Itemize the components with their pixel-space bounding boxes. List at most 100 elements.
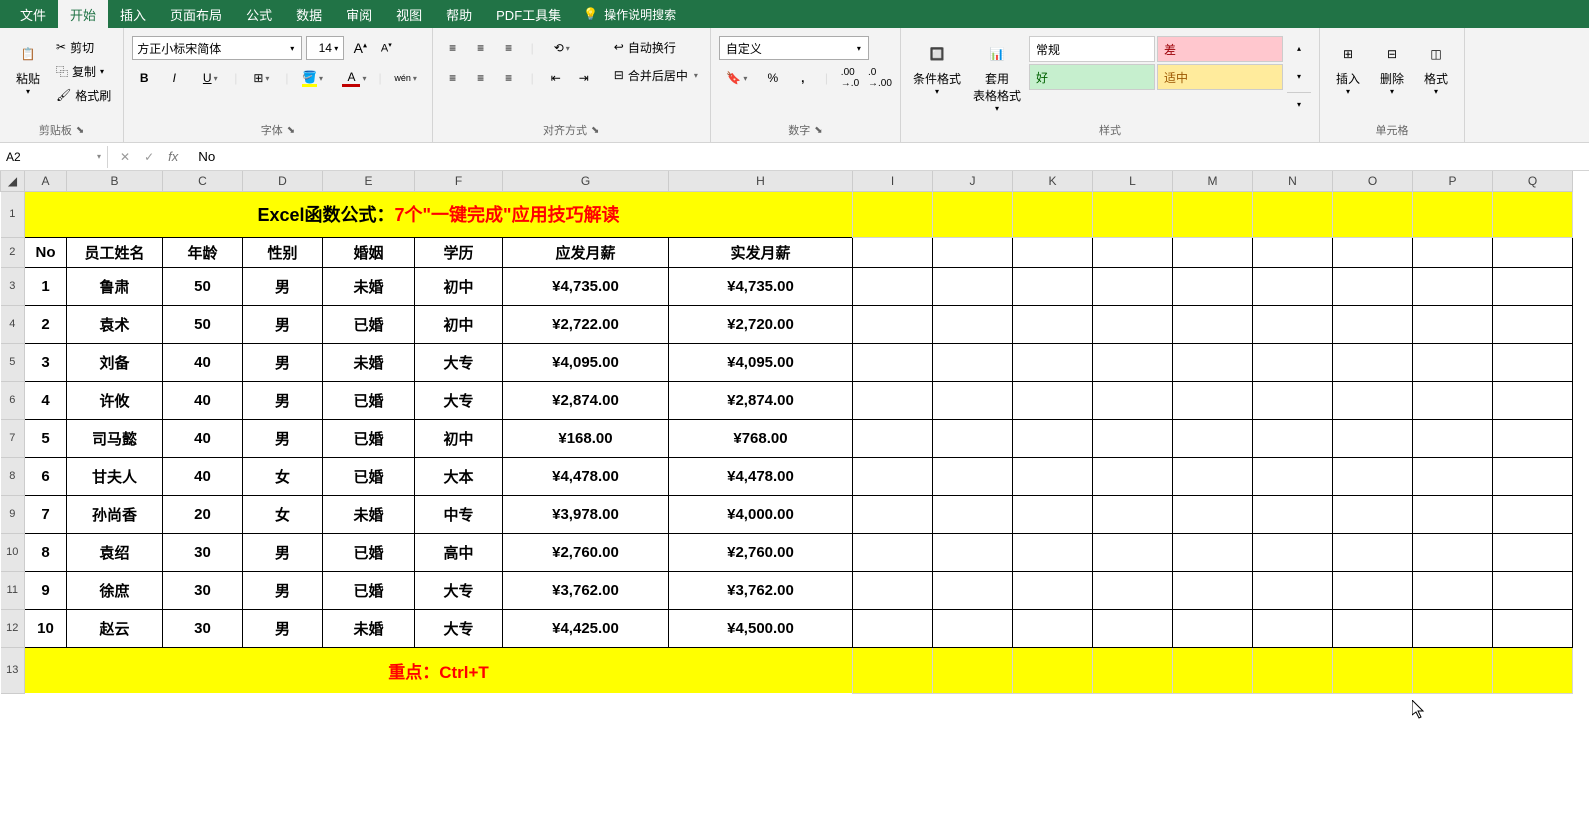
menu-pdf-tools[interactable]: PDF工具集 (484, 0, 573, 30)
cell-marriage[interactable]: 已婚 (323, 571, 415, 609)
row-header-4[interactable]: 4 (1, 305, 25, 343)
menu-page-layout[interactable]: 页面布局 (158, 0, 234, 30)
col-header-G[interactable]: G (503, 171, 669, 191)
italic-button[interactable]: I (162, 66, 186, 90)
cell-no[interactable]: 10 (25, 609, 67, 647)
cell-marriage[interactable]: 已婚 (323, 381, 415, 419)
cell-edu[interactable]: 高中 (415, 533, 503, 571)
cell-no[interactable]: 5 (25, 419, 67, 457)
row-header-3[interactable]: 3 (1, 267, 25, 305)
cell-name[interactable]: 徐庶 (67, 571, 163, 609)
table-format-button[interactable]: 📊 套用 表格格式 ▾ (969, 36, 1025, 115)
cell-net[interactable]: ¥4,000.00 (669, 495, 853, 533)
row-header-6[interactable]: 6 (1, 381, 25, 419)
cut-button[interactable]: ✂ 剪切 (52, 36, 115, 58)
row-header-9[interactable]: 9 (1, 495, 25, 533)
header-edu[interactable]: 学历 (415, 237, 503, 267)
number-launcher[interactable]: ⬊ (814, 125, 822, 136)
col-header-B[interactable]: B (67, 171, 163, 191)
format-painter-button[interactable]: 🖌 格式刷 (52, 84, 115, 106)
row-header-12[interactable]: 12 (1, 609, 25, 647)
cell-age[interactable]: 40 (163, 343, 243, 381)
cell-no[interactable]: 1 (25, 267, 67, 305)
format-cells-button[interactable]: ◫ 格式 ▾ (1416, 36, 1456, 98)
cell-age[interactable]: 50 (163, 267, 243, 305)
copy-button[interactable]: ⿻ 复制 ▾ (52, 60, 115, 82)
col-header-C[interactable]: C (163, 171, 243, 191)
font-name-select[interactable] (132, 36, 302, 60)
menu-insert[interactable]: 插入 (108, 0, 158, 30)
cell-edu[interactable]: 大专 (415, 609, 503, 647)
cell-edu[interactable]: 初中 (415, 305, 503, 343)
footer-cell[interactable]: 重点：Ctrl+T (25, 647, 853, 693)
merge-cells-button[interactable]: ⊟ 合并后居中 (610, 64, 702, 86)
cell-gross[interactable]: ¥2,760.00 (503, 533, 669, 571)
cell-gross[interactable]: ¥3,978.00 (503, 495, 669, 533)
decrease-font-button[interactable]: A▾ (374, 36, 398, 60)
cell-no[interactable]: 8 (25, 533, 67, 571)
cell-gross[interactable]: ¥2,722.00 (503, 305, 669, 343)
cell-name[interactable]: 孙尚香 (67, 495, 163, 533)
row-header-2[interactable]: 2 (1, 237, 25, 267)
cell-edu[interactable]: 大专 (415, 571, 503, 609)
col-header-P[interactable]: P (1413, 171, 1493, 191)
cell-gross[interactable]: ¥2,874.00 (503, 381, 669, 419)
increase-font-button[interactable]: A▴ (348, 36, 372, 60)
orientation-button[interactable]: ⟲ (544, 36, 580, 60)
cell-style-bad[interactable]: 差 (1157, 36, 1283, 62)
menu-view[interactable]: 视图 (384, 0, 434, 30)
row-header-1[interactable]: 1 (1, 191, 25, 237)
decrease-decimal-button[interactable]: .0→.00 (868, 66, 892, 90)
cell-net[interactable]: ¥2,720.00 (669, 305, 853, 343)
cell-net[interactable]: ¥4,735.00 (669, 267, 853, 305)
cell-gender[interactable]: 男 (243, 419, 323, 457)
font-color-button[interactable]: A (337, 66, 373, 90)
cell-no[interactable]: 2 (25, 305, 67, 343)
styles-scroll-up[interactable]: ▴ (1287, 36, 1311, 60)
cell-edu[interactable]: 初中 (415, 267, 503, 305)
align-center-button[interactable]: ≡ (469, 66, 493, 90)
col-header-L[interactable]: L (1093, 171, 1173, 191)
font-launcher[interactable]: ⬊ (287, 125, 295, 136)
borders-button[interactable]: ⊞ (243, 66, 279, 90)
cell-age[interactable]: 40 (163, 419, 243, 457)
cell-style-normal[interactable]: 常规 (1029, 36, 1155, 62)
bold-button[interactable]: B (132, 66, 156, 90)
font-size-select[interactable] (306, 36, 344, 60)
decrease-indent-button[interactable]: ⇤ (544, 66, 568, 90)
cell-age[interactable]: 30 (163, 533, 243, 571)
menu-help[interactable]: 帮助 (434, 0, 484, 30)
increase-decimal-button[interactable]: .00→.0 (838, 66, 862, 90)
header-name[interactable]: 员工姓名 (67, 237, 163, 267)
col-header-A[interactable]: A (25, 171, 67, 191)
increase-indent-button[interactable]: ⇥ (572, 66, 596, 90)
cell-name[interactable]: 赵云 (67, 609, 163, 647)
cell-gross[interactable]: ¥4,478.00 (503, 457, 669, 495)
menu-home[interactable]: 开始 (58, 0, 108, 30)
cell-net[interactable]: ¥2,760.00 (669, 533, 853, 571)
number-format-select[interactable] (719, 36, 869, 60)
cell-name[interactable]: 袁术 (67, 305, 163, 343)
cell-age[interactable]: 40 (163, 457, 243, 495)
menu-formulas[interactable]: 公式 (234, 0, 284, 30)
formula-input[interactable] (190, 145, 1589, 168)
cancel-formula-button[interactable]: ✕ (120, 150, 130, 164)
cell-marriage[interactable]: 未婚 (323, 267, 415, 305)
accounting-format-button[interactable]: 🔖 (719, 66, 755, 90)
cell-name[interactable]: 鲁肃 (67, 267, 163, 305)
cell-name[interactable]: 刘备 (67, 343, 163, 381)
cell-no[interactable]: 7 (25, 495, 67, 533)
cell-edu[interactable]: 初中 (415, 419, 503, 457)
cell-gender[interactable]: 男 (243, 533, 323, 571)
cell-gender[interactable]: 男 (243, 305, 323, 343)
cell-name[interactable]: 袁绍 (67, 533, 163, 571)
cell-marriage[interactable]: 未婚 (323, 609, 415, 647)
cell-name[interactable]: 司马懿 (67, 419, 163, 457)
delete-cells-button[interactable]: ⊟ 删除 ▾ (1372, 36, 1412, 98)
alignment-launcher[interactable]: ⬊ (591, 125, 599, 136)
styles-expand[interactable]: ▾ (1287, 92, 1311, 116)
align-middle-button[interactable]: ≡ (469, 36, 493, 60)
cell-no[interactable]: 4 (25, 381, 67, 419)
cell-gender[interactable]: 男 (243, 609, 323, 647)
cell-gross[interactable]: ¥4,425.00 (503, 609, 669, 647)
